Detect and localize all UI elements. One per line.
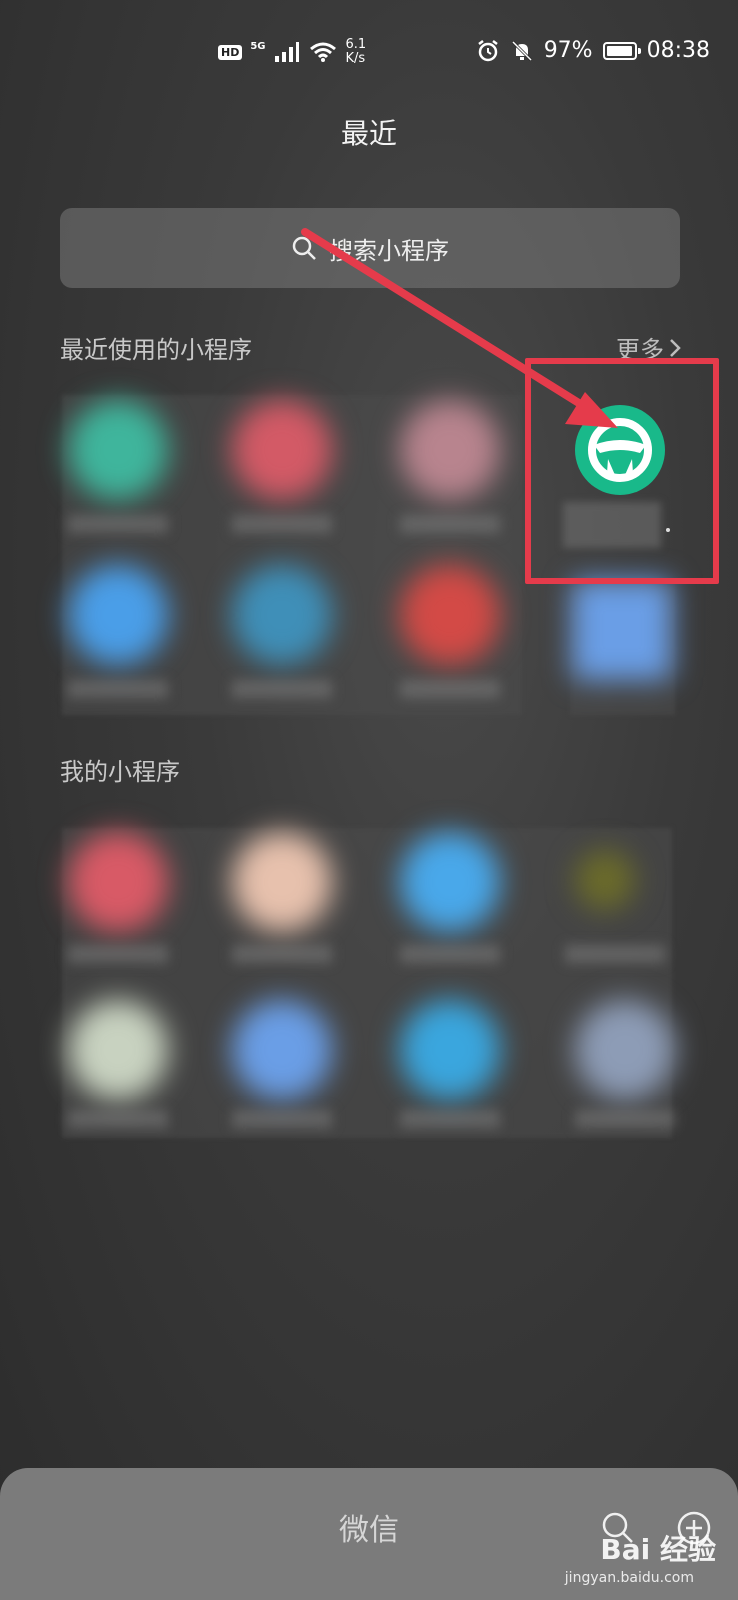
mini-program-label xyxy=(400,945,500,963)
mini-program-tile[interactable] xyxy=(232,565,332,665)
wifi-icon xyxy=(309,42,336,62)
bell-mute-icon xyxy=(511,40,532,61)
mini-program-label xyxy=(565,945,665,963)
speed-value: 6.1 xyxy=(345,37,367,52)
mini-program-label xyxy=(232,515,332,533)
status-right: 97% 08:38 xyxy=(476,38,710,63)
mini-program-tile[interactable] xyxy=(68,1000,168,1100)
search-placeholder: 搜索小程序 xyxy=(329,236,449,265)
mini-program-tile[interactable] xyxy=(68,400,168,500)
battery-fill xyxy=(606,45,632,56)
alarm-icon xyxy=(477,39,498,61)
mini-program-tile[interactable] xyxy=(400,400,500,500)
search-input[interactable]: 搜索小程序 xyxy=(60,208,680,288)
status-left: HD 5G 6.1 K/s xyxy=(218,38,366,66)
mini-program-tile[interactable] xyxy=(232,1000,332,1100)
watermark-brand: Bai 经验 xyxy=(600,1533,716,1566)
mini-program-label xyxy=(232,945,332,963)
mini-program-label xyxy=(68,680,168,698)
watermark-url: jingyan.baidu.com xyxy=(564,1570,694,1586)
mini-program-tile[interactable] xyxy=(575,1000,675,1100)
mini-program-tile[interactable] xyxy=(232,400,332,500)
mini-program-label xyxy=(68,1110,168,1128)
mini-program-tile[interactable] xyxy=(68,565,168,665)
mini-program-label xyxy=(400,680,500,698)
clock: 08:38 xyxy=(646,38,710,63)
search-icon xyxy=(292,236,316,260)
my-section-title: 我的小程序 xyxy=(60,758,180,786)
chevron-right-icon xyxy=(670,338,681,357)
speed-unit: K/s xyxy=(345,51,366,66)
mini-program-label xyxy=(68,945,168,963)
network-speed: 6.1 K/s xyxy=(346,38,367,66)
mini-program-label xyxy=(232,680,332,698)
mini-program-tile[interactable] xyxy=(400,1000,500,1100)
battery-percent: 97% xyxy=(543,38,593,63)
mini-program-label xyxy=(575,1110,675,1128)
mini-program-tile[interactable] xyxy=(232,832,332,932)
mini-program-label xyxy=(68,515,168,533)
mini-program-tile[interactable] xyxy=(572,580,672,680)
battery-icon xyxy=(602,41,641,60)
page-title: 最近 xyxy=(340,117,397,150)
mini-program-label xyxy=(400,515,500,533)
network-type: 5G xyxy=(250,40,266,52)
recent-section-title: 最近使用的小程序 xyxy=(60,336,252,364)
hd-badge: HD xyxy=(218,44,243,60)
mini-program-tile[interactable] xyxy=(68,832,168,932)
mini-program-label xyxy=(232,1110,332,1128)
mini-program-label xyxy=(400,1110,500,1128)
mini-program-tile[interactable] xyxy=(575,850,635,910)
signal-icon xyxy=(274,42,299,62)
status-bar: HD 5G 6.1 K/s 97% 08:38 xyxy=(0,30,738,74)
mini-program-tile[interactable] xyxy=(400,832,500,932)
mini-program-tile[interactable] xyxy=(400,565,500,665)
highlight-box xyxy=(525,358,719,584)
